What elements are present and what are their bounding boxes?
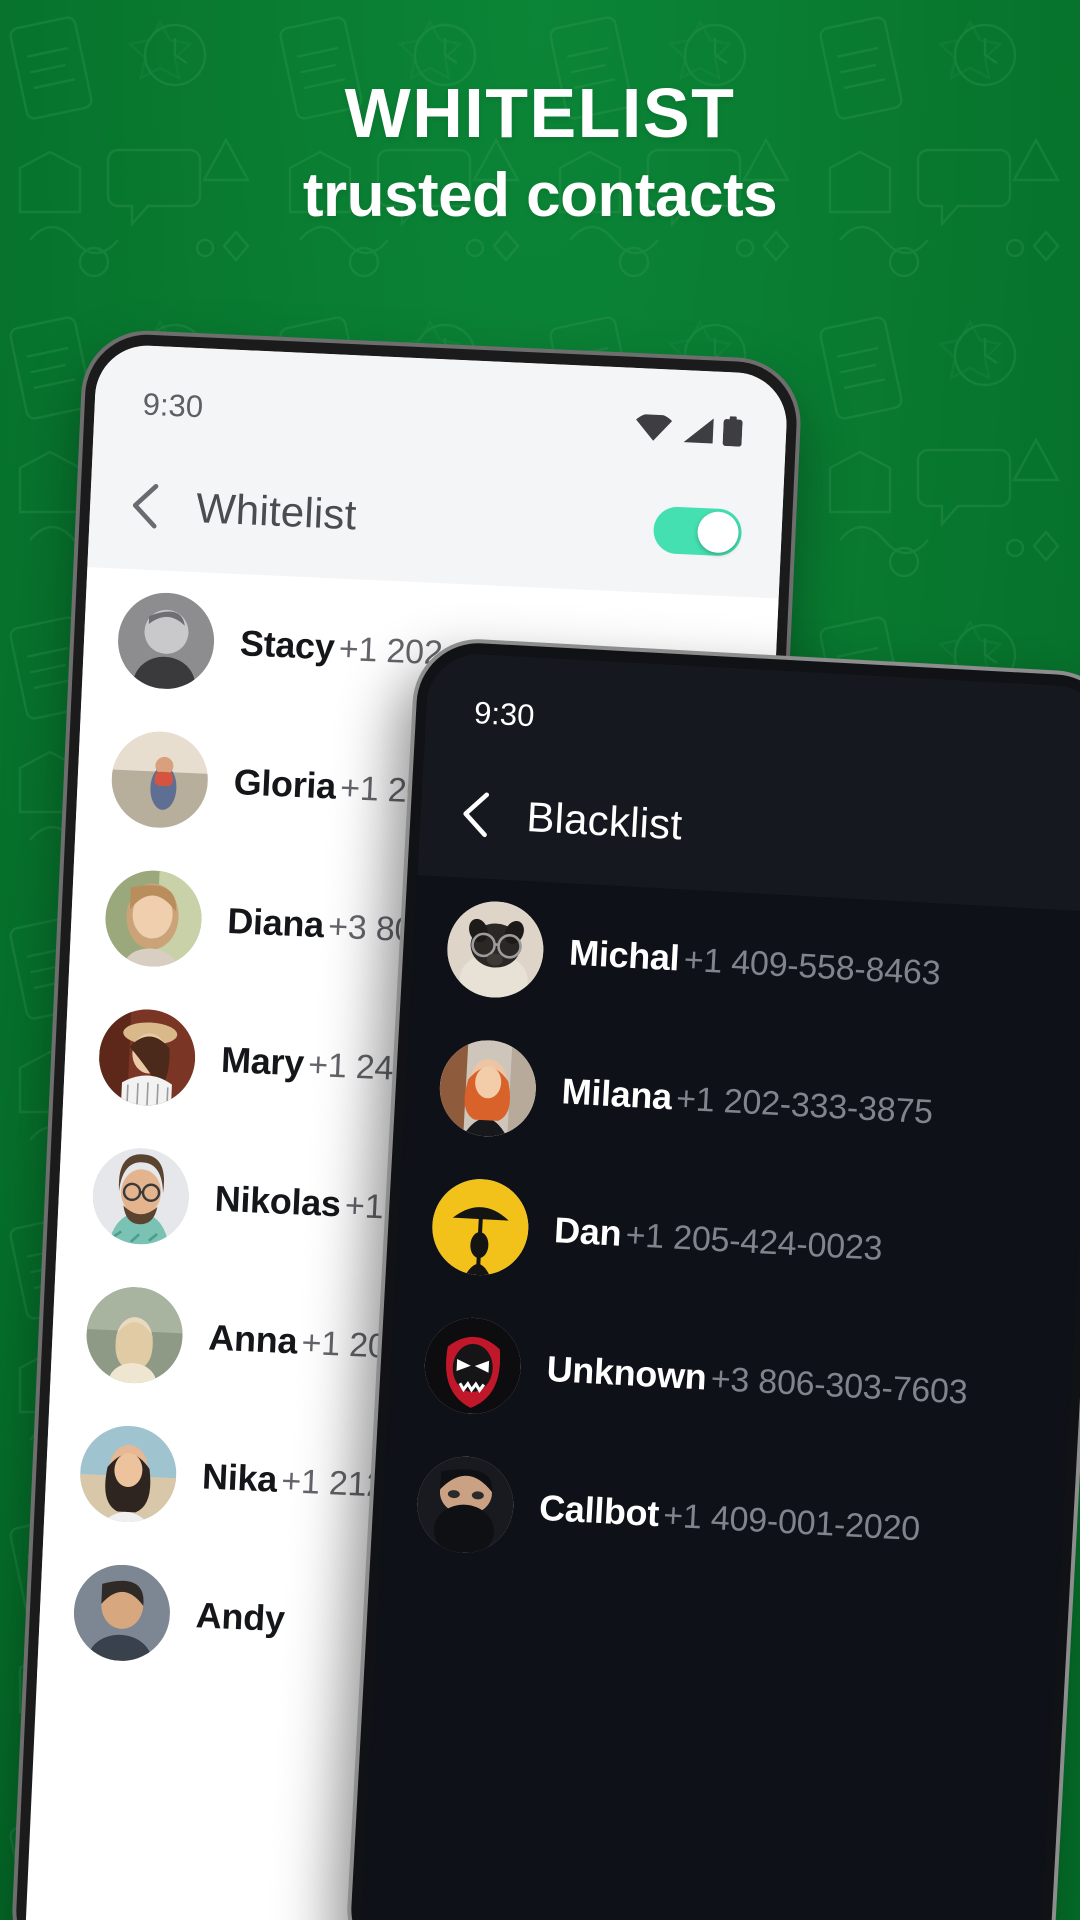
avatar [422, 1314, 524, 1416]
signal-icon [683, 417, 714, 443]
contact-name: Anna [207, 1316, 299, 1362]
headline-line-1: WHITELIST [344, 74, 736, 152]
contact-name: Michal [568, 931, 681, 979]
whitelist-toggle[interactable] [652, 505, 743, 557]
whitelist-title: Whitelist [195, 484, 358, 539]
avatar [414, 1453, 516, 1555]
contact-phone: +1 202-333-3875 [675, 1079, 934, 1132]
status-icon-group [635, 412, 743, 447]
avatar [84, 1284, 185, 1385]
avatar [97, 1006, 198, 1108]
contact-name: Milana [560, 1070, 674, 1118]
avatar [90, 1145, 191, 1246]
contact-name: Diana [226, 900, 325, 946]
back-chevron-icon[interactable] [457, 789, 494, 839]
contact-name: Stacy [239, 622, 336, 668]
avatar [78, 1423, 179, 1524]
blacklist-title: Blacklist [525, 793, 684, 849]
contact-name: Gloria [232, 761, 337, 807]
avatar [109, 729, 210, 830]
contact-name: Callbot [538, 1486, 661, 1535]
contact-phone: +3 806-303-7603 [709, 1359, 969, 1412]
blacklist-phone-mockup: 9:30 Blacklist Michal +1 409-558-8463 Mi… [348, 640, 1080, 1920]
status-time: 9:30 [141, 386, 204, 425]
promo-headline: WHITELIST trusted contacts [0, 74, 1080, 235]
contact-name: Mary [220, 1038, 305, 1084]
contact-name: Nika [201, 1455, 278, 1500]
battery-icon [722, 416, 743, 447]
contact-phone: +1 409-558-8463 [682, 940, 942, 993]
back-chevron-icon[interactable] [127, 481, 163, 530]
headline-line-2: trusted contacts [302, 161, 778, 231]
status-time: 9:30 [473, 695, 536, 734]
avatar [429, 1176, 531, 1278]
contact-name: Nikolas [213, 1177, 342, 1225]
contact-name: Unknown [545, 1348, 708, 1398]
contact-phone: +1 205-424-0023 [624, 1216, 884, 1268]
blacklist-screen: 9:30 Blacklist Michal +1 409-558-8463 Mi… [358, 651, 1080, 1920]
wifi-icon [636, 413, 673, 441]
contact-name: Andy [194, 1594, 286, 1640]
avatar [115, 590, 217, 691]
avatar [71, 1562, 173, 1663]
avatar [437, 1037, 539, 1139]
toggle-knob [696, 510, 740, 554]
contact-name: Dan [553, 1209, 623, 1254]
blacklist-contact-list[interactable]: Michal +1 409-558-8463 Milana +1 202-333… [379, 875, 1080, 1606]
avatar [444, 898, 546, 1000]
contact-phone: +1 409-001-2020 [662, 1496, 921, 1549]
avatar [103, 867, 204, 969]
